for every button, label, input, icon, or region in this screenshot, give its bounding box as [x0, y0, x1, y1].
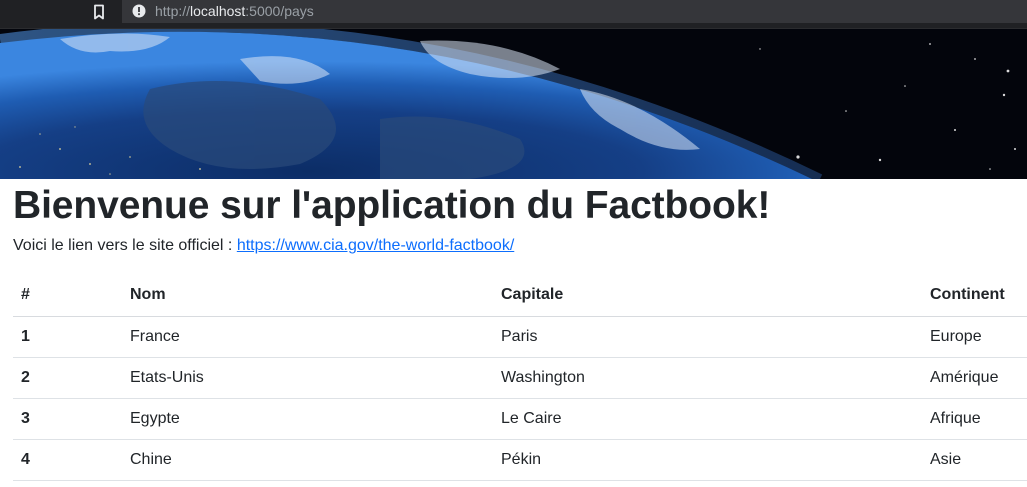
table-row: 2 Etats-Unis Washington Amérique [13, 357, 1027, 399]
url-path: :5000/pays [245, 3, 314, 19]
earth-banner-image [0, 29, 1027, 179]
url-text[interactable]: http://localhost:5000/pays [155, 2, 314, 20]
header-id: # [13, 275, 122, 317]
cell-continent: Europe [922, 316, 1027, 358]
cell-nom: Chine [122, 439, 493, 481]
browser-toolbar: http://localhost:5000/pays [0, 0, 1027, 29]
cell-id: 4 [13, 439, 122, 481]
countries-table: # Nom Capitale Continent 1 France Paris … [13, 275, 1027, 481]
url-host: localhost [190, 3, 246, 19]
intro-paragraph: Voici le lien vers le site officiel : ht… [13, 235, 1027, 257]
cell-continent: Amérique [922, 357, 1027, 399]
page-title: Bienvenue sur l'application du Factbook! [13, 184, 771, 227]
cell-id: 2 [13, 357, 122, 399]
cell-id: 1 [13, 316, 122, 358]
main-content: Bienvenue sur l'application du Factbook!… [13, 179, 1027, 257]
cell-nom: Egypte [122, 398, 493, 440]
cell-capitale: Pékin [493, 439, 922, 481]
header-continent: Continent [922, 275, 1027, 317]
table-row: 4 Chine Pékin Asie [13, 439, 1027, 481]
cell-continent: Afrique [922, 398, 1027, 440]
url-scheme: http:// [155, 3, 191, 19]
header-capitale: Capitale [493, 275, 922, 317]
table-row: 3 Egypte Le Caire Afrique [13, 398, 1027, 440]
cell-continent: Asie [922, 439, 1027, 481]
table-header-row: # Nom Capitale Continent [13, 275, 1027, 317]
factbook-link[interactable]: https://www.cia.gov/the-world-factbook/ [237, 237, 514, 254]
bookmark-icon[interactable] [92, 4, 106, 20]
cell-id: 3 [13, 398, 122, 440]
cell-capitale: Paris [493, 316, 922, 358]
info-icon[interactable] [131, 3, 147, 19]
header-nom: Nom [122, 275, 493, 317]
table-row: 1 France Paris Europe [13, 316, 1027, 358]
intro-text: Voici le lien vers le site officiel : [13, 237, 237, 254]
cell-capitale: Le Caire [493, 398, 922, 440]
cell-capitale: Washington [493, 357, 922, 399]
cell-nom: France [122, 316, 493, 358]
cell-nom: Etats-Unis [122, 357, 493, 399]
